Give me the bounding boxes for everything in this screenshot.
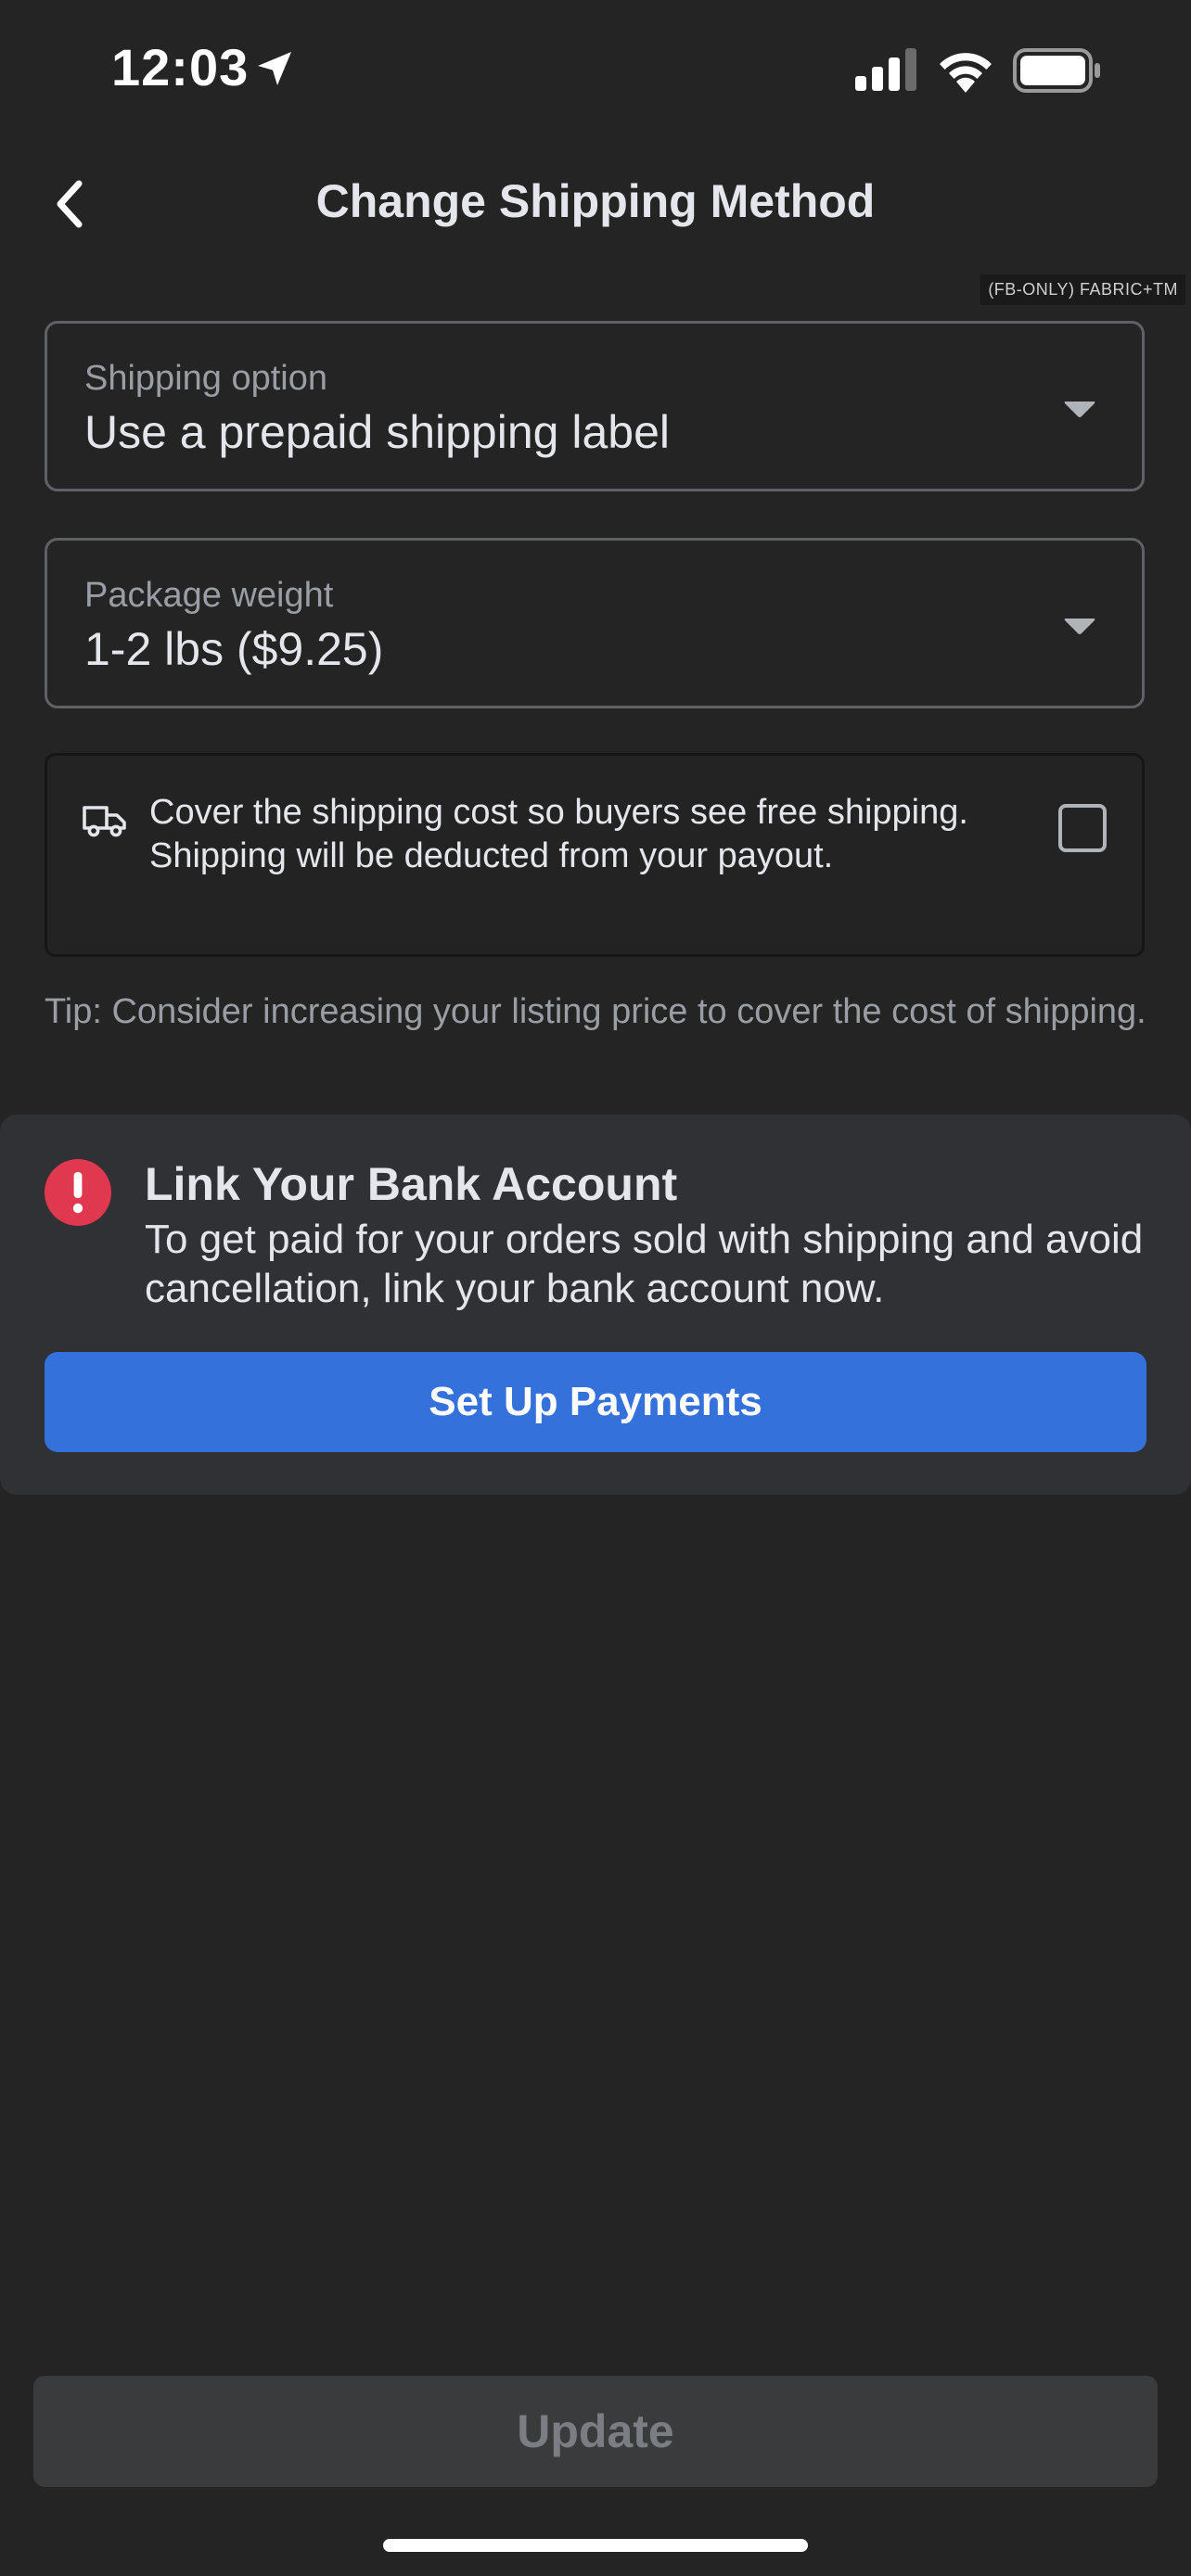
- update-button[interactable]: Update: [33, 2376, 1158, 2487]
- status-time: 12:03: [111, 38, 250, 96]
- cover-shipping-checkbox[interactable]: [1058, 804, 1107, 852]
- shipping-option-select[interactable]: Shipping option Use a prepaid shipping l…: [45, 321, 1145, 491]
- cellular-signal-icon: [855, 48, 916, 91]
- bank-banner-title: Link Your Bank Account: [145, 1158, 678, 1210]
- cover-shipping-text: Cover the shipping cost so buyers see fr…: [149, 793, 968, 875]
- wifi-icon: [940, 53, 992, 93]
- alert-icon: [45, 1159, 111, 1226]
- debug-tag: (FB-ONLY) FABRIC+TM: [980, 274, 1185, 305]
- package-weight-label: Package weight: [84, 576, 334, 615]
- bank-banner-body: To get paid for your orders sold with sh…: [145, 1217, 1144, 1311]
- status-bar: 12:03: [0, 0, 1191, 139]
- home-indicator: [383, 2539, 808, 2552]
- nav-bar: Change Shipping Method: [0, 158, 1191, 250]
- page-title: Change Shipping Method: [315, 175, 876, 227]
- set-up-payments-button[interactable]: Set Up Payments: [45, 1352, 1146, 1452]
- truck-icon: [83, 806, 126, 837]
- location-arrow-icon: [258, 52, 291, 85]
- caret-down-icon: [1064, 402, 1095, 417]
- package-weight-select[interactable]: Package weight 1-2 lbs ($9.25): [45, 538, 1145, 708]
- caret-down-icon: [1064, 618, 1095, 634]
- bank-account-banner: Link Your Bank Account To get paid for y…: [0, 1115, 1191, 1495]
- shipping-option-label: Shipping option: [84, 359, 327, 398]
- cover-shipping-card[interactable]: Cover the shipping cost so buyers see fr…: [45, 753, 1145, 957]
- package-weight-value: 1-2 lbs ($9.25): [84, 623, 384, 675]
- tip-text: Tip: Consider increasing your listing pr…: [45, 992, 1146, 1031]
- shipping-option-value: Use a prepaid shipping label: [84, 406, 670, 458]
- battery-icon: [1013, 48, 1100, 93]
